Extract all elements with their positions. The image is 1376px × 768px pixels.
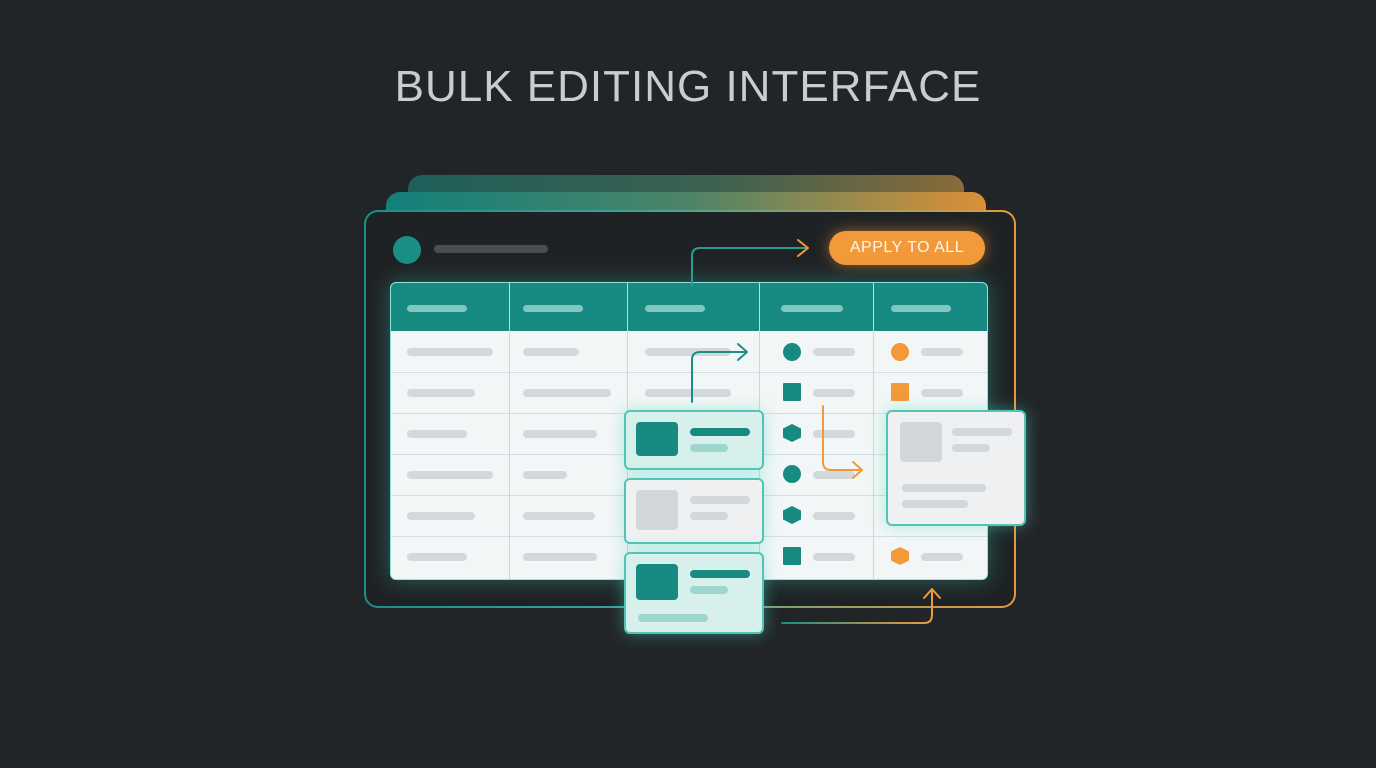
unselected-card[interactable] <box>624 478 764 544</box>
card-line <box>690 444 728 452</box>
card-thumbnail <box>636 490 678 530</box>
card-line <box>690 570 750 578</box>
illustration: BULK EDITING INTERFACE APPLY TO ALL <box>0 0 1376 768</box>
card-line <box>952 428 1012 436</box>
card-line <box>902 500 968 508</box>
card-line <box>690 512 728 520</box>
card-line <box>690 496 750 504</box>
arrow-icon <box>691 247 807 287</box>
selected-card[interactable] <box>624 552 764 634</box>
detail-panel[interactable] <box>886 410 1026 526</box>
card-line <box>690 428 750 436</box>
card-thumbnail <box>636 564 678 600</box>
card-thumbnail <box>900 422 942 462</box>
selected-card[interactable] <box>624 410 764 470</box>
card-thumbnail <box>636 422 678 456</box>
card-line <box>690 586 728 594</box>
card-line <box>952 444 990 452</box>
arrow-icon <box>822 405 862 471</box>
flow-arrows <box>691 239 941 624</box>
arrow-icon <box>781 589 933 624</box>
card-line <box>902 484 986 492</box>
card-line <box>638 614 708 622</box>
